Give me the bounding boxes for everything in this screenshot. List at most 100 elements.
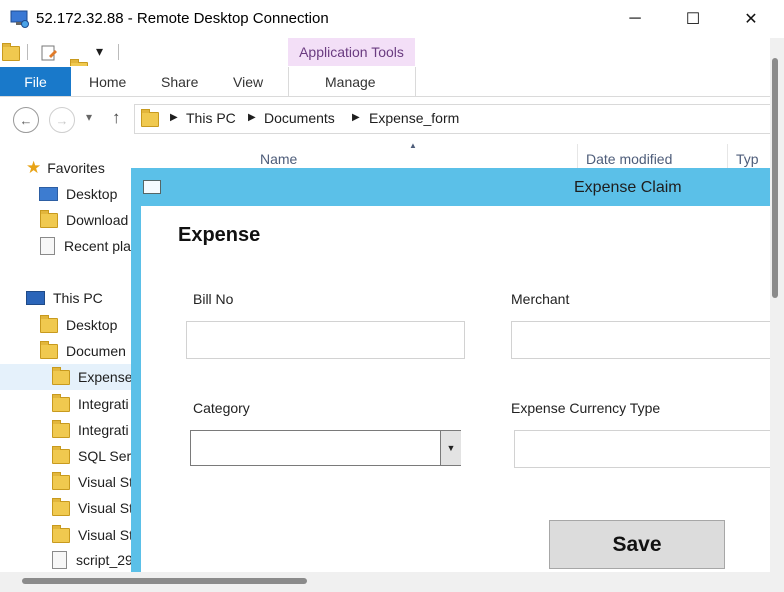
- tab-share[interactable]: Share: [161, 67, 198, 96]
- folder-icon: [141, 109, 159, 127]
- nav-favorites[interactable]: ★ Favorites: [0, 155, 133, 181]
- nav-folder-expense[interactable]: Expense: [0, 364, 133, 390]
- folder-icon: [52, 497, 70, 516]
- back-arrow-icon: ←: [19, 112, 33, 128]
- currency-type-input[interactable]: [514, 430, 770, 468]
- nav-label: This PC: [53, 290, 103, 306]
- nav-label: Expense: [78, 369, 133, 385]
- up-button[interactable]: ↑: [112, 108, 121, 128]
- category-label: Category: [193, 400, 250, 416]
- currency-type-label: Expense Currency Type: [511, 400, 661, 416]
- folder-icon: [52, 445, 70, 464]
- back-button[interactable]: ←: [13, 107, 39, 133]
- nav-label: Visual St: [78, 527, 133, 543]
- expense-claim-window: Expense Claim Expense Bill No Merchant C…: [131, 168, 770, 572]
- forward-button[interactable]: →: [49, 107, 75, 133]
- desktop-icon: [39, 187, 58, 201]
- divider: [415, 67, 416, 96]
- folder-icon: [52, 393, 70, 412]
- nav-label: SQL Serv: [78, 448, 133, 464]
- breadcrumb-this-pc[interactable]: This PC: [186, 110, 236, 126]
- nav-recent-places[interactable]: Recent pla: [0, 233, 133, 259]
- bill-no-label: Bill No: [193, 291, 234, 307]
- nav-folder[interactable]: Integrati: [0, 391, 133, 417]
- breadcrumb-separator-icon: ▶: [170, 112, 178, 123]
- bill-no-input[interactable]: [186, 321, 465, 359]
- minimize-button[interactable]: ─: [612, 4, 658, 34]
- vertical-scroll-thumb[interactable]: [772, 58, 778, 298]
- tab-manage[interactable]: Manage: [325, 67, 376, 96]
- maximize-icon: ☐: [685, 11, 701, 28]
- divider: [27, 44, 28, 60]
- close-button[interactable]: ✕: [728, 4, 774, 34]
- folder-icon: [52, 524, 70, 543]
- app-window-title: Expense Claim: [574, 179, 682, 196]
- column-divider[interactable]: [727, 144, 728, 170]
- divider: [288, 67, 289, 96]
- remote-desktop-icon: [10, 10, 29, 28]
- nav-label: Desktop: [66, 317, 118, 333]
- merchant-label: Merchant: [511, 291, 570, 307]
- nav-file-script[interactable]: script_29: [0, 548, 133, 572]
- save-button[interactable]: Save: [549, 520, 725, 569]
- nav-label: Integrati: [78, 422, 129, 438]
- nav-folder[interactable]: Visual St: [0, 522, 133, 548]
- minimize-icon: ─: [629, 10, 641, 27]
- nav-folder[interactable]: Visual St: [0, 469, 133, 495]
- nav-label: Visual St: [78, 474, 133, 490]
- close-icon: ✕: [744, 11, 758, 28]
- nav-label: Favorites: [47, 160, 105, 176]
- column-divider[interactable]: [577, 144, 578, 170]
- nav-label: Visual St: [78, 500, 133, 516]
- recent-places-icon: [40, 237, 55, 255]
- nav-label: Documen: [66, 343, 126, 359]
- app-titlebar[interactable]: Expense Claim: [131, 168, 770, 206]
- rdp-titlebar: 52.172.32.88 - Remote Desktop Connection…: [0, 0, 784, 38]
- star-icon: ★: [26, 158, 42, 177]
- column-type[interactable]: Typ: [736, 151, 759, 167]
- breadcrumb-expense-form[interactable]: Expense_form: [369, 110, 459, 126]
- folder-icon: [52, 419, 70, 438]
- forward-arrow-icon: →: [55, 112, 69, 128]
- horizontal-scroll-thumb[interactable]: [22, 578, 307, 584]
- breadcrumb-separator-icon: ▶: [248, 112, 256, 123]
- downloads-icon: [40, 209, 58, 228]
- nav-label: Integrati: [78, 396, 129, 412]
- divider: [118, 44, 119, 60]
- tab-home[interactable]: Home: [89, 67, 126, 96]
- nav-label: script_29: [76, 552, 133, 568]
- nav-downloads[interactable]: Download: [0, 207, 133, 233]
- recent-locations-button[interactable]: ▾: [86, 110, 92, 124]
- merchant-input[interactable]: [511, 321, 770, 359]
- nav-documents[interactable]: Documen: [0, 338, 133, 364]
- column-name[interactable]: Name: [260, 151, 297, 167]
- qat-dropdown-icon[interactable]: ▾: [96, 43, 103, 60]
- column-date-modified[interactable]: Date modified: [586, 151, 672, 167]
- context-tab-group: Application Tools: [288, 38, 415, 66]
- nav-label: Download: [66, 212, 129, 228]
- expense-form: Expense Bill No Merchant Category ▼ Expe…: [141, 206, 770, 572]
- nav-desktop-favorite[interactable]: Desktop: [0, 181, 133, 207]
- maximize-button[interactable]: ☐: [670, 4, 716, 34]
- nav-this-pc[interactable]: This PC: [0, 285, 133, 311]
- nav-folder[interactable]: SQL Serv: [0, 443, 133, 469]
- folder-icon: [52, 471, 70, 490]
- nav-label: Desktop: [66, 186, 118, 202]
- chevron-down-icon[interactable]: ▼: [440, 431, 461, 465]
- breadcrumb-separator-icon: ▶: [352, 112, 360, 123]
- nav-folder[interactable]: Integrati: [0, 417, 133, 443]
- documents-icon: [40, 340, 58, 359]
- category-dropdown[interactable]: ▼: [190, 430, 461, 466]
- folder-icon: [52, 366, 70, 385]
- script-file-icon: [52, 551, 67, 569]
- app-icon: [143, 180, 161, 194]
- nav-folder[interactable]: Visual St: [0, 495, 133, 521]
- form-heading: Expense: [178, 224, 261, 246]
- properties-icon[interactable]: [40, 44, 58, 62]
- tab-view[interactable]: View: [233, 67, 263, 96]
- computer-icon: [26, 291, 45, 305]
- sort-ascending-icon: ▲: [409, 141, 417, 150]
- tab-file[interactable]: File: [0, 67, 71, 96]
- breadcrumb-documents[interactable]: Documents: [264, 110, 335, 126]
- nav-desktop[interactable]: Desktop: [0, 312, 133, 338]
